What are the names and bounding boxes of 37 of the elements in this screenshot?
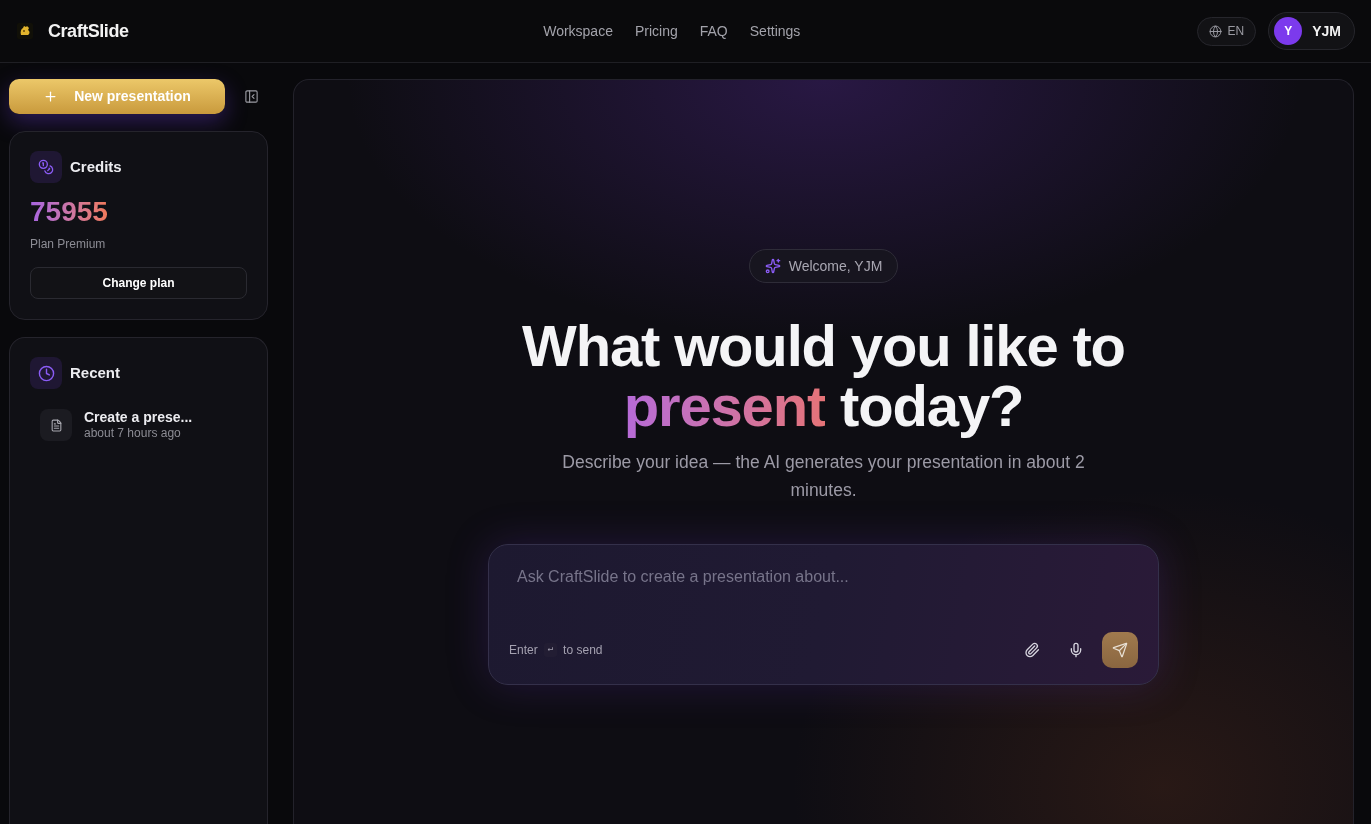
brand-name[interactable]: CraftSlide xyxy=(48,17,129,45)
change-plan-button[interactable]: Change plan xyxy=(30,267,247,299)
paperclip-icon xyxy=(1024,642,1040,658)
globe-icon xyxy=(1208,24,1222,38)
headline: What would you like to present today? xyxy=(522,316,1125,436)
recent-item-time: about 7 hours ago xyxy=(84,426,182,441)
document-icon xyxy=(40,409,72,441)
plan-label: Plan Premium xyxy=(30,237,106,251)
prompt-input[interactable]: Ask CraftSlide to create a presentation about... xyxy=(509,567,1138,632)
collapse-sidebar-icon xyxy=(243,89,259,104)
user-name: YJM xyxy=(1312,21,1341,41)
collapse-sidebar-button[interactable] xyxy=(243,88,259,105)
credits-title: Credits xyxy=(70,156,122,177)
logo-icon xyxy=(17,23,33,39)
welcome-text: Welcome, YJM xyxy=(788,256,883,276)
coins-icon xyxy=(30,151,62,183)
hint-text: Enter xyxy=(509,642,538,659)
user-menu-button[interactable]: Y YJM xyxy=(1268,12,1355,50)
clock-icon xyxy=(30,357,62,389)
nav-link[interactable]: Settings xyxy=(749,20,801,42)
language-button[interactable]: EN xyxy=(1196,16,1257,46)
plus-icon xyxy=(43,89,59,104)
nav-link[interactable]: Pricing xyxy=(634,20,678,42)
description: Describe your idea — the AI generates your presentation in about 2 minutes. xyxy=(561,451,1086,502)
recent-title: Recent xyxy=(70,362,121,383)
send-button[interactable] xyxy=(1102,632,1138,668)
sparkles-icon xyxy=(764,258,781,274)
prompt-field[interactable]: Ask CraftSlide to create a presentation about... Enter ↵ to send xyxy=(488,544,1159,685)
recent-item[interactable]: Create a prese... about 7 hours ago xyxy=(30,405,247,445)
enter-key: ↵ xyxy=(543,643,558,657)
send-icon xyxy=(1112,642,1128,658)
nav-link[interactable]: FAQ xyxy=(699,20,728,42)
hint-text: to send xyxy=(563,642,603,659)
microphone-icon xyxy=(1068,642,1084,658)
user-avatar: Y xyxy=(1274,17,1303,45)
recent-item-title: Create a prese... xyxy=(84,409,193,426)
nav-link[interactable]: Workspace xyxy=(543,20,613,42)
